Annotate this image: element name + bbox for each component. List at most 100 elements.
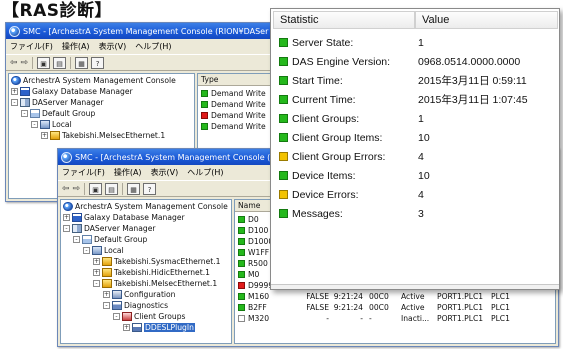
tree-node[interactable]: + Galaxy Database Manager (63, 212, 185, 223)
back-icon[interactable]: ⇦ (10, 57, 18, 69)
statistic-label: Client Groups: (292, 113, 360, 125)
menu-view[interactable]: 表示(V) (99, 41, 127, 52)
cell-name: B2FF (238, 302, 293, 313)
front-tree-pane[interactable]: ArchestrA System Management Console + Gal… (60, 199, 232, 344)
statistic-row[interactable]: Start Time: (279, 72, 343, 90)
expand-icon[interactable]: + (93, 269, 100, 276)
collapse-icon[interactable]: - (73, 236, 80, 243)
server-icon (20, 98, 30, 107)
tree-node[interactable]: - Local (31, 119, 72, 130)
status-ok-icon (279, 133, 288, 142)
local-node-icon (40, 120, 50, 129)
tree-node[interactable]: + Configuration (103, 289, 176, 300)
menu-action[interactable]: 操作(A) (62, 41, 90, 52)
collapse-icon[interactable]: - (21, 110, 28, 117)
status-ok-icon (238, 293, 245, 300)
back-icon[interactable]: ⇦ (62, 183, 70, 195)
tree-node[interactable]: - Default Group (21, 108, 95, 119)
expand-icon[interactable]: + (103, 291, 110, 298)
menu-help[interactable]: ヘルプ(H) (187, 167, 223, 178)
tree-node[interactable]: + Takebishi.HidicEthernet.1 (93, 267, 210, 278)
tree-node[interactable]: - Client Groups (113, 311, 185, 322)
help-icon[interactable]: ? (143, 182, 157, 195)
collapse-icon[interactable]: - (83, 247, 90, 254)
tree-node[interactable]: - DAServer Manager (11, 97, 104, 108)
device-icon (50, 131, 60, 140)
collapse-icon[interactable]: - (63, 225, 70, 232)
up-folder-icon[interactable]: ▣ (89, 182, 103, 195)
statistic-row[interactable]: Messages: (279, 205, 343, 223)
tree-node[interactable]: - Local (83, 245, 124, 256)
tree-node-selected[interactable]: + DDESLPlugIn (123, 322, 195, 333)
menu-action[interactable]: 操作(A) (114, 167, 142, 178)
archestra-icon (63, 202, 73, 211)
table-row[interactable]: M160 FALSE 9:21:24 00C0 Active PORT1.PLC1 PLC1 (235, 291, 555, 302)
table-row[interactable]: M320- - - Inacti... PORT1.PLC1 PLC1 (235, 313, 555, 324)
statistic-label: Device Errors: (292, 189, 359, 201)
status-ok-icon (201, 101, 208, 108)
status-warning-icon (279, 190, 288, 199)
collapse-icon[interactable]: - (103, 302, 110, 309)
collapse-icon[interactable]: - (113, 313, 120, 320)
tree-node[interactable]: - Diagnostics (103, 300, 168, 311)
list-item[interactable]: Demand Write (201, 99, 266, 110)
status-warning-icon (279, 152, 288, 161)
statistic-row[interactable]: Client Groups: (279, 110, 359, 128)
column-header-value[interactable]: Value (415, 11, 558, 29)
collapse-icon[interactable]: - (93, 280, 100, 287)
status-ok-icon (279, 114, 288, 123)
tree-node[interactable]: + Takebishi.SysmacEthernet.1 (93, 256, 221, 267)
back-window-titlebar[interactable]: SMC - [ArchestrA System Management Conso… (6, 23, 289, 39)
group-icon (30, 109, 40, 118)
tree-node[interactable]: ArchestrA System Management Console (11, 75, 176, 86)
status-ok-icon (279, 95, 288, 104)
collapse-icon[interactable]: - (11, 99, 18, 106)
statistics-statusbar (271, 284, 559, 289)
statistic-row[interactable]: Client Group Errors: (279, 148, 385, 166)
menu-file[interactable]: ファイル(F) (10, 41, 53, 52)
diagnostics-icon (112, 301, 122, 310)
status-ok-icon (238, 227, 245, 234)
statistic-row[interactable]: Server State: (279, 34, 353, 52)
expand-icon[interactable]: + (11, 88, 18, 95)
tree-node[interactable]: - Takebishi.MelsecEthernet.1 (93, 278, 217, 289)
forward-icon[interactable]: ⇨ (21, 57, 29, 69)
expand-icon[interactable]: + (123, 324, 130, 331)
statistic-row[interactable]: Client Group Items: (279, 129, 382, 147)
tree-node[interactable]: + Galaxy Database Manager (11, 86, 133, 97)
export-icon[interactable]: ▦ (75, 56, 89, 69)
console-icon[interactable]: ▤ (105, 182, 119, 195)
list-item[interactable]: Demand Write (201, 88, 266, 99)
export-icon[interactable]: ▦ (127, 182, 141, 195)
menu-help[interactable]: ヘルプ(H) (135, 41, 171, 52)
statistic-row[interactable]: Current Time: (279, 91, 356, 109)
cell-plc: PLC1 (491, 303, 510, 312)
expand-icon[interactable]: + (93, 258, 100, 265)
statistic-row[interactable]: DAS Engine Version: (279, 53, 390, 71)
list-item[interactable]: Demand Write (201, 121, 266, 132)
expand-icon[interactable]: + (41, 132, 48, 139)
tree-node[interactable]: ArchestrA System Management Console (63, 201, 228, 212)
statistic-row[interactable]: Device Items: (279, 167, 356, 185)
statistic-label: Client Group Errors: (292, 151, 386, 163)
forward-icon[interactable]: ⇨ (73, 183, 81, 195)
tree-node[interactable]: - Default Group (73, 234, 147, 245)
up-folder-icon[interactable]: ▣ (37, 56, 51, 69)
column-header-statistic[interactable]: Statistic (273, 11, 415, 29)
menu-view[interactable]: 表示(V) (151, 167, 179, 178)
expand-icon[interactable]: + (63, 214, 70, 221)
statistic-row[interactable]: Device Errors: (279, 186, 359, 204)
menu-file[interactable]: ファイル(F) (62, 167, 105, 178)
tree-node[interactable]: - DAServer Manager (63, 223, 156, 234)
cell-state: Active (401, 292, 425, 301)
local-node-icon (92, 246, 102, 255)
list-item[interactable]: Demand Write (201, 110, 266, 121)
tree-node[interactable]: + Takebishi.MelsecEthernet.1 (41, 130, 165, 141)
collapse-icon[interactable]: - (31, 121, 38, 128)
configuration-icon (112, 290, 122, 299)
help-icon[interactable]: ? (91, 56, 105, 69)
cell-quality: 00C0 (369, 303, 389, 312)
statistic-label: Client Group Items: (292, 132, 383, 144)
console-icon[interactable]: ▤ (53, 56, 67, 69)
table-row[interactable]: B2FF FALSE 9:21:24 00C0 Active PORT1.PLC1 PLC1 (235, 302, 555, 313)
